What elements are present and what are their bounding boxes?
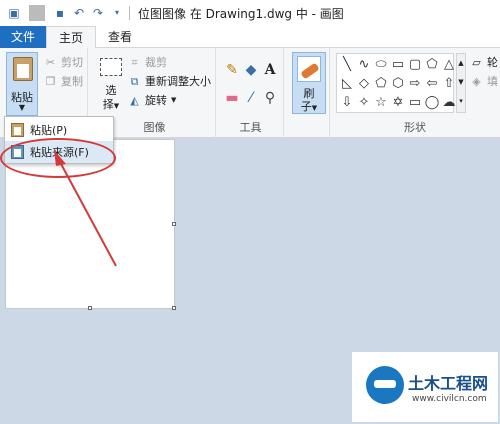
cut-label: 剪切 (61, 56, 83, 69)
curve-shape-icon[interactable]: ∿ (356, 56, 372, 74)
clipboard-icon (11, 123, 24, 137)
brush-icon (297, 56, 321, 82)
fill-label: 填 (487, 75, 498, 88)
brushes-button[interactable]: 刷 子▼ (292, 52, 326, 114)
resize-icon: ⧉ (130, 74, 139, 88)
rotate-icon: ◭ (130, 93, 139, 107)
shapes-scrollbar[interactable]: ▲ ▼ ▾ (456, 53, 466, 113)
annotation-ellipse (0, 138, 116, 178)
diamond-shape-icon[interactable]: ◇ (356, 75, 372, 93)
color-picker-icon[interactable]: ⁄ (243, 90, 259, 106)
select-label-line1: 选 (105, 84, 117, 97)
chevron-down-icon: ▼ (171, 96, 177, 104)
quick-access-toolbar: ▣ ▪ ↶ ↷ ▾ (0, 5, 125, 21)
save-icon[interactable]: ▪ (52, 5, 68, 21)
polygon-shape-icon[interactable]: ⬠ (424, 56, 440, 74)
triangle-shape-icon[interactable]: △ (441, 56, 457, 74)
toolbar-divider (29, 5, 45, 21)
line-shape-icon[interactable]: ╲ (339, 56, 355, 74)
tab-view[interactable]: 查看 (98, 26, 142, 49)
watermark-url: www.civilcn.com (412, 394, 487, 404)
down-arrow-shape-icon[interactable]: ⇩ (339, 94, 355, 112)
crop-icon: ⌗ (131, 55, 138, 69)
right-arrow-shape-icon[interactable]: ⇨ (407, 75, 423, 93)
tools-group-label: 工具 (239, 121, 262, 134)
cut-button[interactable]: ✂ 剪切 (44, 54, 83, 70)
copy-icon: ❐ (45, 74, 56, 88)
rounded-rectangle-shape-icon[interactable]: ▢ (407, 56, 423, 74)
resize-label: 重新调整大小 (145, 75, 211, 88)
title-bar: ▣ ▪ ↶ ↷ ▾ 位图图像 在 Drawing1.dwg 中 - 画图 (0, 0, 500, 26)
pencil-icon[interactable]: ✎ (224, 62, 240, 78)
cloud-callout-shape-icon[interactable]: ☁ (441, 94, 457, 112)
paste-button[interactable]: 粘贴 ▼ (6, 52, 38, 116)
resize-handle-bottom[interactable] (88, 306, 92, 310)
brushes-group: 刷 子▼ (286, 48, 330, 138)
resize-handle-right[interactable] (172, 222, 176, 226)
magnifier-icon[interactable]: ⚲ (262, 90, 278, 106)
oval-callout-shape-icon[interactable]: ◯ (424, 94, 440, 112)
rectangle-callout-shape-icon[interactable]: ▭ (407, 94, 423, 112)
outline-button[interactable]: ▱ 轮 (470, 54, 498, 70)
hexagon-shape-icon[interactable]: ⬡ (390, 75, 406, 93)
fill-icon: ◈ (472, 74, 481, 88)
chevron-down-icon: ▼ (311, 104, 318, 112)
ribbon-tab-row: 文件 主页 查看 (0, 26, 500, 49)
oval-shape-icon[interactable]: ⬭ (373, 56, 389, 74)
shapes-gallery: ╲ ∿ ⬭ ▭ ▢ ⬠ △ ◺ ◇ ⬠ ⬡ ⇨ ⇦ ⇧ ⇩ ✧ ☆ ✡ ▭ ◯ … (336, 53, 457, 113)
resize-button[interactable]: ⧉ 重新调整大小 (128, 73, 211, 89)
selection-icon (100, 58, 122, 76)
customize-icon[interactable]: ▾ (109, 5, 125, 21)
resize-handle-corner[interactable] (172, 306, 176, 310)
four-point-star-shape-icon[interactable]: ✧ (356, 94, 372, 112)
eraser-icon[interactable]: ▬ (224, 90, 240, 106)
menu-item-paste-label: 粘贴(P) (30, 124, 68, 137)
fill-bucket-icon[interactable]: ◆ (243, 62, 259, 78)
watermark-logo: 土木工程网 www.civilcn.com (352, 352, 498, 422)
outline-icon: ▱ (472, 55, 481, 69)
five-point-star-shape-icon[interactable]: ☆ (373, 94, 389, 112)
chevron-down-icon: ▼ (113, 102, 120, 110)
window-title: 位图图像 在 Drawing1.dwg 中 - 画图 (138, 6, 344, 21)
rotate-button[interactable]: ◭ 旋转 ▼ (128, 92, 176, 108)
rotate-label: 旋转 (145, 94, 167, 107)
clipboard-icon (13, 57, 33, 81)
left-arrow-shape-icon[interactable]: ⇦ (424, 75, 440, 93)
shapes-group: ╲ ∿ ⬭ ▭ ▢ ⬠ △ ◺ ◇ ⬠ ⬡ ⇨ ⇦ ⇧ ⇩ ✧ ☆ ✡ ▭ ◯ … (330, 48, 500, 138)
six-point-star-shape-icon[interactable]: ✡ (390, 94, 406, 112)
chevron-down-icon: ▼ (18, 103, 26, 112)
copy-button[interactable]: ❐ 复制 (44, 73, 83, 89)
up-arrow-shape-icon[interactable]: ⇧ (441, 75, 457, 93)
rectangle-shape-icon[interactable]: ▭ (390, 56, 406, 74)
outline-label: 轮 (487, 56, 498, 69)
tools-group: ✎ ◆ A ▬ ⁄ ⚲ 工具 (218, 48, 284, 138)
redo-icon[interactable]: ↷ (90, 5, 106, 21)
fill-button[interactable]: ◈ 填 (470, 73, 498, 89)
select-label-line2: 择 (102, 98, 114, 111)
watermark-title: 土木工程网 (408, 374, 489, 393)
scissors-icon: ✂ (45, 55, 56, 69)
app-icon[interactable]: ▣ (6, 5, 22, 21)
pentagon-shape-icon[interactable]: ⬠ (373, 75, 389, 93)
crop-label: 裁剪 (145, 56, 167, 69)
undo-icon[interactable]: ↶ (71, 5, 87, 21)
right-triangle-shape-icon[interactable]: ◺ (339, 75, 355, 93)
crop-button[interactable]: ⌗ 裁剪 (128, 54, 167, 70)
brushes-label-line2: 子 (300, 100, 312, 113)
title-divider (129, 6, 130, 20)
tab-file[interactable]: 文件 (0, 26, 46, 48)
shapes-group-label: 形状 (404, 121, 426, 134)
copy-label: 复制 (61, 75, 83, 88)
tab-home[interactable]: 主页 (46, 26, 96, 49)
civilcn-logo-icon (366, 366, 404, 404)
text-tool-icon[interactable]: A (262, 62, 278, 78)
select-button[interactable]: 选 择▼ (98, 56, 124, 112)
brushes-label-line1: 刷 (303, 87, 315, 100)
